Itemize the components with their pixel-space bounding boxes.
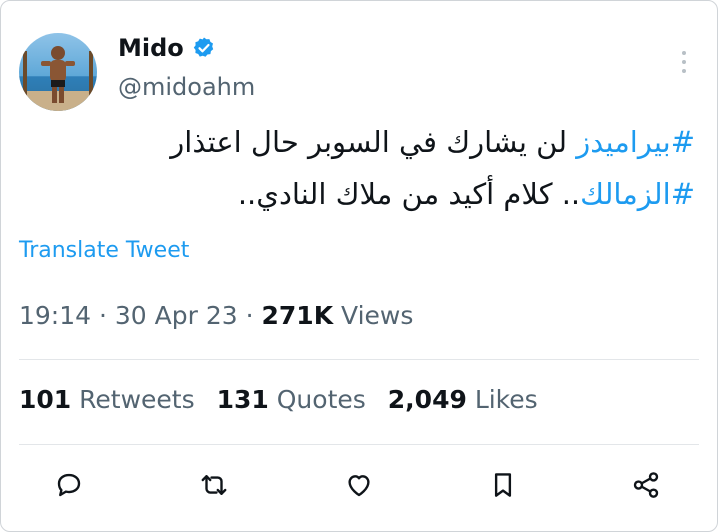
likes-label: Likes [474, 385, 538, 414]
action-bar [1, 468, 718, 508]
retweets-count: 101 [19, 385, 72, 414]
more-options-icon[interactable] [681, 51, 687, 73]
tweet-card: Mido @midoahm #بيراميدز لن يشارك في السو… [0, 0, 718, 532]
avatar-photo [19, 33, 97, 111]
tweet-time[interactable]: 19:14 [19, 301, 91, 330]
quotes-count: 131 [216, 385, 269, 414]
likes-stat[interactable]: 2,049 Likes [388, 385, 538, 414]
likes-count: 2,049 [387, 385, 467, 414]
tweet-line-1: #بيراميدز لن يشارك في السوبر حال اعتذار [75, 116, 695, 168]
author-name[interactable]: Mido [118, 34, 184, 62]
tweet-text-segment: .. كلام أكيد من ملاك النادي.. [237, 177, 581, 211]
author-name-row[interactable]: Mido [118, 34, 216, 62]
divider [19, 444, 699, 445]
share-icon[interactable] [629, 468, 663, 502]
meta-separator: · [237, 301, 262, 330]
retweets-label: Retweets [79, 385, 195, 414]
bookmark-icon[interactable] [486, 468, 520, 502]
hashtag-link[interactable]: #بيراميدز [576, 125, 695, 159]
divider [19, 359, 699, 360]
like-icon[interactable] [342, 468, 376, 502]
meta-separator: · [91, 301, 115, 330]
retweets-stat[interactable]: 101 Retweets [19, 385, 195, 414]
views-count: 271K [261, 301, 334, 330]
avatar[interactable] [19, 33, 97, 111]
views-label: Views [333, 301, 414, 330]
reply-icon[interactable] [52, 468, 86, 502]
author-handle[interactable]: @midoahm [118, 73, 255, 101]
hashtag-link[interactable]: #الزمالك [580, 177, 695, 211]
tweet-meta: 19:14 · 30 Apr 23 · 271K Views [19, 301, 413, 330]
tweet-text: #بيراميدز لن يشارك في السوبر حال اعتذار … [75, 116, 695, 220]
quotes-label: Quotes [276, 385, 366, 414]
quotes-stat[interactable]: 131 Quotes [217, 385, 366, 414]
verified-badge-icon [192, 36, 216, 60]
tweet-date[interactable]: 30 Apr 23 [115, 301, 238, 330]
tweet-line-2: #الزمالك.. كلام أكيد من ملاك النادي.. [75, 168, 695, 220]
tweet-stats: 101 Retweets 131 Quotes 2,049 Likes [19, 385, 538, 414]
tweet-text-segment: لن يشارك في السوبر حال اعتذار [170, 125, 577, 159]
translate-tweet-link[interactable]: Translate Tweet [19, 238, 189, 263]
retweet-icon[interactable] [197, 468, 231, 502]
